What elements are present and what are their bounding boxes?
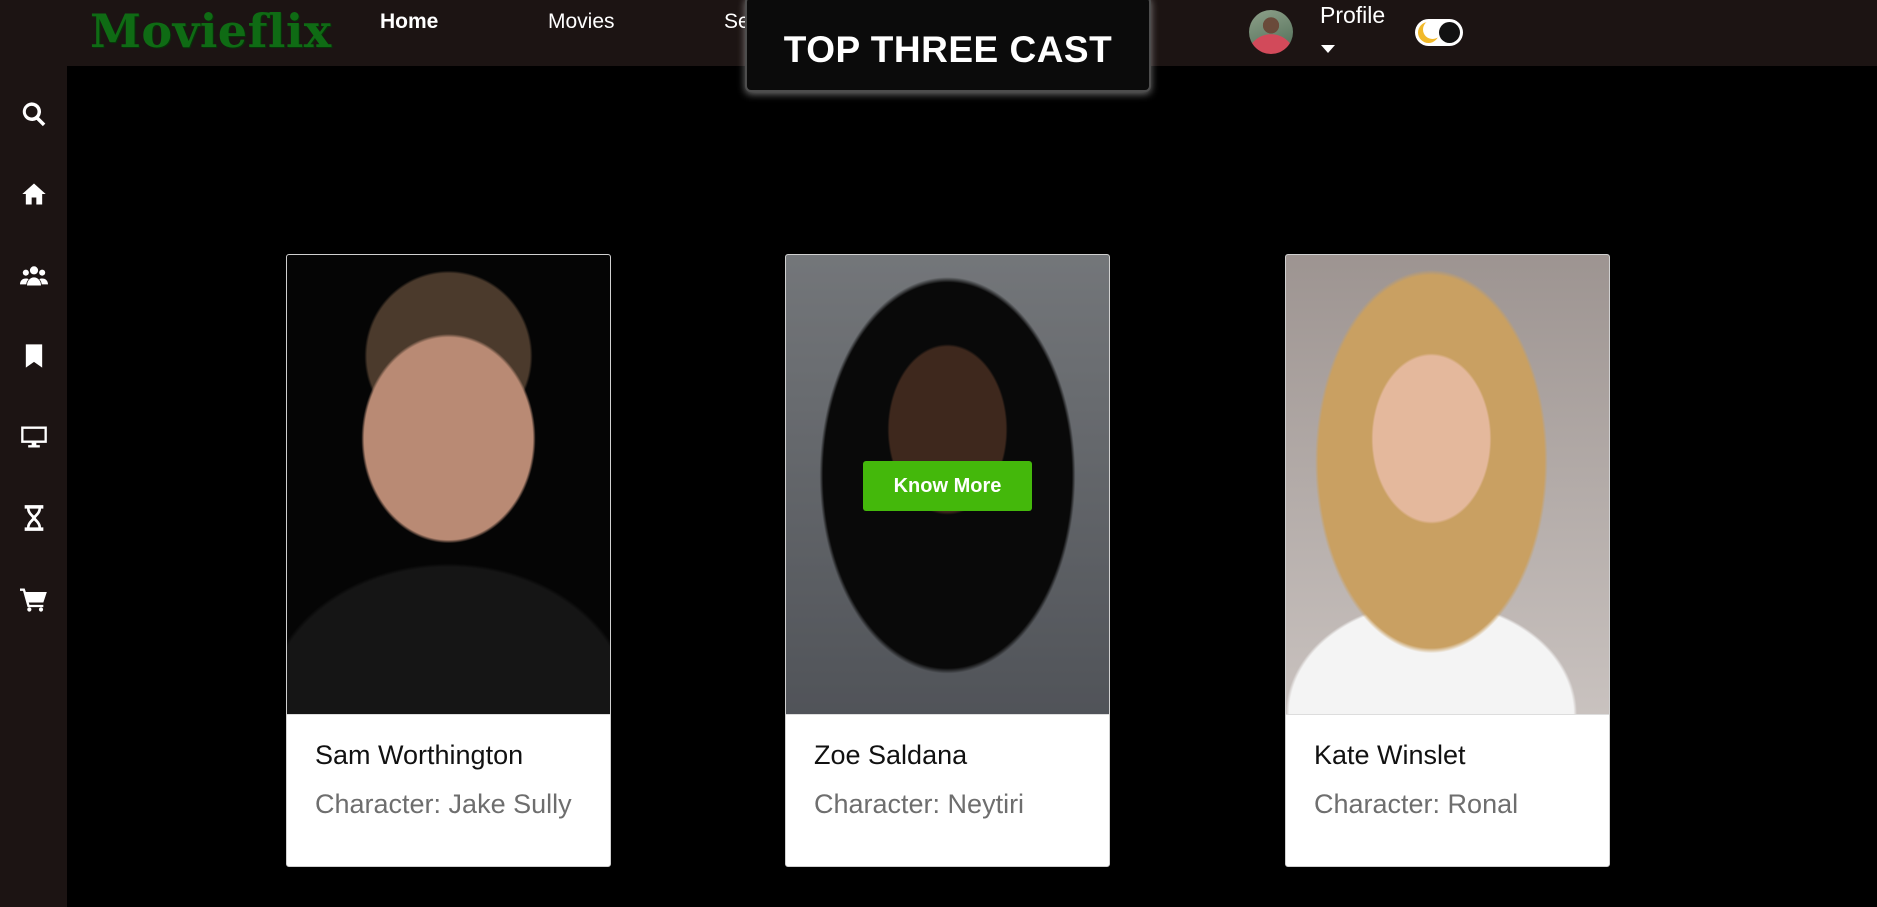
sidebar-item-tv[interactable] — [0, 417, 67, 457]
sidebar — [0, 66, 67, 907]
search-icon — [22, 102, 45, 127]
sidebar-item-cart[interactable] — [0, 579, 67, 619]
moon-icon — [1418, 20, 1442, 43]
bookmark-icon — [25, 344, 42, 368]
cast-character: Character: Ronal — [1314, 789, 1519, 819]
profile-menu[interactable]: Profile — [1320, 2, 1385, 29]
cast-card[interactable]: Kate Winslet Character: Ronal — [1285, 254, 1610, 867]
cast-name: Kate Winslet — [1314, 740, 1466, 770]
sidebar-item-home[interactable] — [0, 174, 67, 214]
chevron-down-icon[interactable] — [1321, 45, 1335, 53]
cast-photo — [287, 255, 610, 715]
nav-home-link[interactable]: Home — [380, 10, 438, 34]
cast-character: Character: Neytiri — [814, 789, 1025, 819]
theme-toggle[interactable] — [1415, 19, 1463, 46]
sidebar-item-coming-soon[interactable] — [0, 498, 67, 538]
cast-photo: Know More — [786, 255, 1109, 715]
nav-movies-link[interactable]: Movies — [548, 10, 615, 34]
hourglass-icon — [24, 505, 43, 531]
users-icon — [19, 266, 48, 286]
tv-icon — [20, 426, 47, 448]
sidebar-item-search[interactable] — [0, 94, 67, 134]
cast-character: Character: Jake Sully — [315, 789, 572, 819]
app-logo[interactable]: Movieflix — [90, 4, 332, 58]
sidebar-item-users[interactable] — [0, 255, 67, 295]
home-icon — [21, 183, 46, 205]
section-title: TOP THREE CAST — [783, 29, 1113, 70]
cast-card[interactable]: Know More Zoe Saldana Character: Neytiri — [785, 254, 1110, 867]
avatar[interactable] — [1249, 10, 1293, 54]
section-title-box: TOP THREE CAST — [745, 0, 1151, 92]
cart-icon — [19, 588, 47, 612]
know-more-button[interactable]: Know More — [863, 461, 1032, 511]
cast-photo — [1286, 255, 1609, 715]
cast-card[interactable]: Sam Worthington Character: Jake Sully — [286, 254, 611, 867]
cast-name: Sam Worthington — [315, 740, 524, 770]
cast-name: Zoe Saldana — [814, 740, 968, 770]
sidebar-item-bookmarks[interactable] — [0, 336, 67, 376]
toggle-knob — [1439, 22, 1460, 43]
